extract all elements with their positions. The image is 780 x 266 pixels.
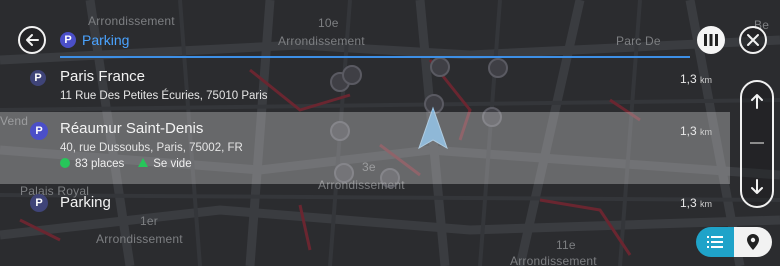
map-pin-icon (747, 234, 759, 250)
places-count: 83 places (60, 158, 124, 170)
list-icon (707, 236, 723, 248)
green-dot-icon (60, 158, 70, 168)
scroll-down-button[interactable] (742, 172, 772, 202)
arrow-left-icon (26, 34, 39, 46)
columns-icon (704, 34, 718, 46)
search-input[interactable]: Parking (82, 32, 129, 48)
distance-unit: km (700, 199, 712, 209)
close-button[interactable] (739, 26, 767, 54)
trend: Se vide (138, 158, 192, 170)
back-button[interactable] (18, 26, 46, 54)
list-item[interactable]: P Paris France 11 Rue Des Petites Écurie… (0, 66, 730, 108)
result-address: 40, rue Dussoubs, Paris, 75002, FR (60, 142, 243, 154)
map-label: Arrondissement (510, 254, 597, 266)
list-view-button[interactable] (696, 227, 734, 257)
scroll-up-button[interactable] (742, 86, 772, 116)
parking-badge-icon: P (60, 32, 76, 48)
close-icon (747, 34, 759, 46)
result-distance: 1,3 km (680, 196, 712, 210)
distance-value: 1,3 (679, 124, 697, 138)
trend-label: Se vide (153, 158, 192, 170)
availability-status: 83 places Se vide (60, 158, 192, 170)
list-item[interactable]: P Parking 1,3 km (0, 190, 730, 220)
result-distance: 1,3 km (680, 72, 712, 86)
map-label: 11e (556, 238, 576, 252)
distance-value: 1,3 (679, 196, 697, 210)
triangle-up-icon (138, 158, 149, 167)
result-name: Paris France (60, 68, 146, 85)
distance-unit: km (700, 75, 712, 85)
result-name: Réaumur Saint-Denis (60, 120, 204, 137)
result-address: 11 Rue Des Petites Écuries, 75010 Paris (60, 90, 268, 102)
result-distance: 1,3 km (680, 124, 712, 138)
view-toggle (696, 227, 772, 257)
distance-unit: km (700, 127, 712, 137)
arrow-up-icon (751, 94, 763, 109)
arrow-down-icon (751, 179, 763, 194)
columns-button[interactable] (697, 26, 725, 54)
parking-badge-icon: P (30, 194, 48, 212)
search-underline (60, 56, 690, 58)
search-header: P Parking (0, 22, 780, 60)
search-field[interactable]: P Parking (60, 30, 690, 58)
scroll-control (740, 80, 774, 208)
places-label: 83 places (75, 158, 125, 170)
scroll-divider (750, 142, 764, 144)
parking-badge-icon: P (30, 122, 48, 140)
map-view-button[interactable] (734, 227, 772, 257)
map-label: Arrondissement (96, 232, 183, 246)
list-item-selected[interactable]: P Réaumur Saint-Denis 40, rue Dussoubs, … (0, 112, 730, 184)
parking-badge-icon: P (30, 70, 46, 86)
result-name: Parking (60, 194, 111, 211)
distance-value: 1,3 (679, 72, 697, 86)
